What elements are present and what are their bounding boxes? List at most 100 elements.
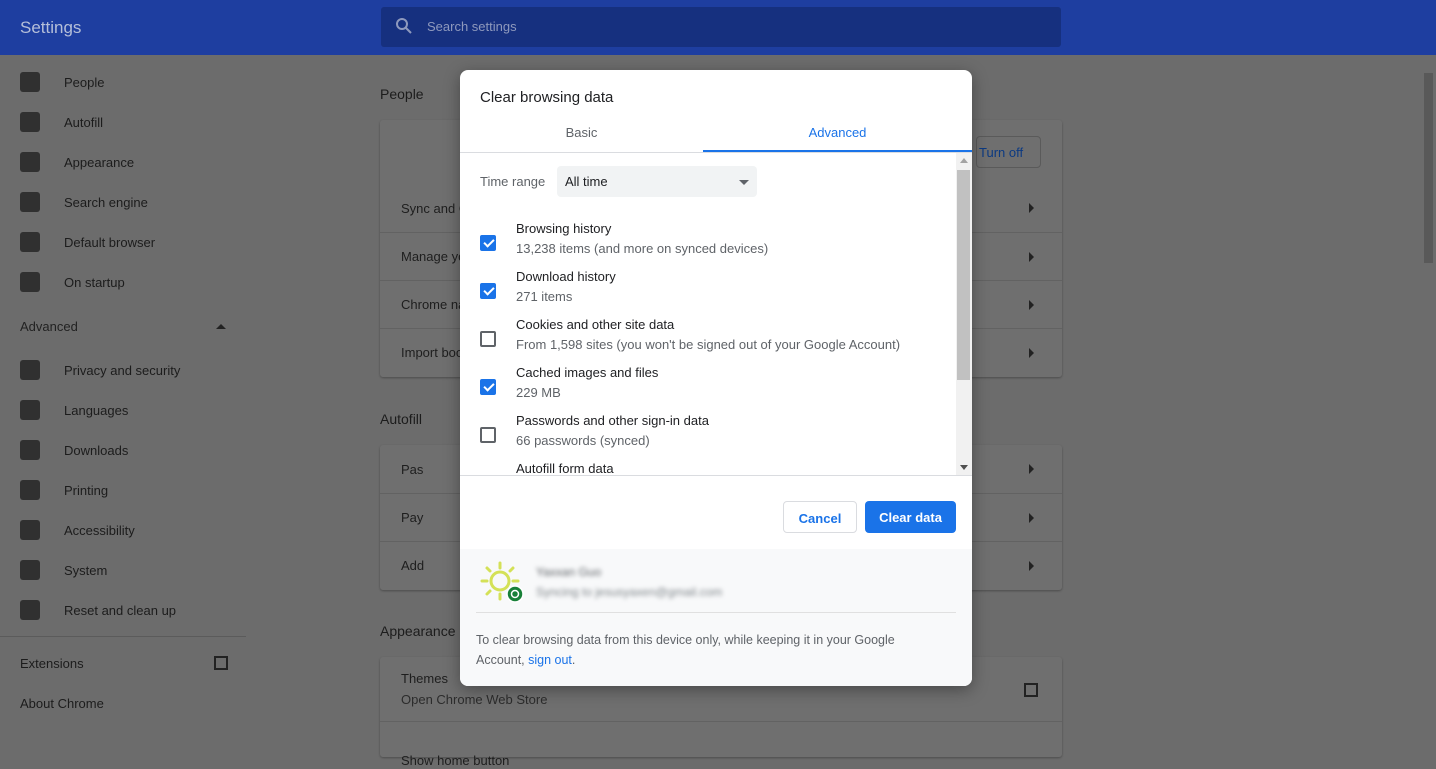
checkbox[interactable] — [480, 475, 496, 476]
sidebar-item-printing[interactable]: Printing — [0, 470, 246, 510]
show-home-row[interactable]: Show home button — [380, 721, 1062, 769]
chevron-right-icon — [1029, 252, 1034, 262]
dialog-scrollbar[interactable] — [956, 153, 972, 475]
checkbox[interactable] — [480, 235, 496, 251]
search-icon — [20, 192, 40, 212]
search-placeholder: Search settings — [427, 19, 517, 34]
time-range-select[interactable]: All time — [557, 166, 757, 197]
sidebar-item-label: Languages — [64, 402, 129, 418]
app-title: Settings — [20, 18, 82, 37]
data-type-item: Download history 271 items — [480, 269, 940, 317]
sidebar-item-reset-and-clean-up[interactable]: Reset and clean up — [0, 590, 246, 630]
row-label: Add — [401, 558, 425, 573]
sidebar-item-label: Reset and clean up — [64, 602, 177, 618]
sidebar-item-default-browser[interactable]: Default browser — [0, 222, 246, 262]
sidebar-advanced-toggle[interactable]: Advanced — [0, 302, 246, 350]
sidebar-item-accessibility[interactable]: Accessibility — [0, 510, 246, 550]
sidebar-item-label: Downloads — [64, 442, 129, 458]
sidebar-item-search-engine[interactable]: Search engine — [0, 182, 246, 222]
clear-browsing-data-dialog: Clear browsing data Basic Advanced Time … — [460, 70, 972, 686]
sidebar-item-label: Privacy and security — [64, 362, 181, 378]
dialog-title: Clear browsing data — [480, 89, 614, 106]
about-label: About Chrome — [20, 695, 104, 711]
time-range-label: Time range — [480, 174, 546, 189]
globe-icon — [20, 400, 40, 420]
chevron-right-icon — [1029, 300, 1034, 310]
show-home-label: Show home button — [401, 753, 510, 768]
tab-basic[interactable]: Basic — [460, 125, 703, 140]
checkbox[interactable] — [480, 379, 496, 395]
sidebar-item-autofill[interactable]: Autofill — [0, 102, 246, 142]
sidebar-item-about[interactable]: About Chrome — [0, 683, 246, 723]
turn-off-button[interactable]: Turn off — [976, 136, 1041, 168]
dropdown-arrow-icon — [739, 180, 749, 185]
item-description: 66 passwords (synced) — [516, 433, 650, 448]
page-scrollbar[interactable] — [1421, 55, 1436, 743]
sidebar-item-extensions[interactable]: Extensions — [0, 643, 246, 683]
checkbox[interactable] — [480, 331, 496, 347]
row-label: Import boo — [401, 345, 464, 360]
active-tab-indicator — [703, 150, 972, 152]
footer-text: To clear browsing data from this device … — [476, 630, 936, 670]
cancel-button[interactable]: Cancel — [783, 501, 857, 533]
sidebar-item-label: Appearance — [64, 154, 135, 170]
data-type-item: Browsing history 13,238 items (and more o… — [480, 221, 940, 269]
wrench-icon — [20, 560, 40, 580]
item-label: Browsing history — [516, 221, 612, 236]
scroll-up-icon[interactable] — [960, 158, 968, 163]
item-label: Cached images and files — [516, 365, 659, 380]
sidebar-item-languages[interactable]: Languages — [0, 390, 246, 430]
clear-data-button[interactable]: Clear data — [865, 501, 956, 533]
search-input[interactable]: Search settings — [381, 7, 1061, 47]
data-type-item: Passwords and other sign-in data 66 passw… — [480, 413, 940, 461]
chevron-right-icon — [1029, 513, 1034, 523]
chevron-right-icon — [1029, 348, 1034, 358]
checkbox[interactable] — [480, 427, 496, 443]
item-description: From 1,598 sites (you won't be signed ou… — [516, 337, 901, 352]
external-link-icon — [1024, 683, 1038, 697]
printer-icon — [20, 480, 40, 500]
row-label: Pay — [401, 510, 424, 525]
sidebar-item-privacy-and-security[interactable]: Privacy and security — [0, 350, 246, 390]
sidebar-item-on-startup[interactable]: On startup — [0, 262, 246, 302]
sidebar-item-system[interactable]: System — [0, 550, 246, 590]
sidebar-item-label: Autofill — [64, 114, 104, 130]
row-label: Manage yo — [401, 249, 466, 264]
clipboard-icon — [20, 112, 40, 132]
sidebar-item-people[interactable]: People — [0, 62, 246, 102]
scroll-down-icon[interactable] — [960, 465, 968, 470]
sidebar-item-label: Default browser — [64, 234, 156, 250]
themes-sub: Open Chrome Web Store — [401, 692, 548, 707]
scrollbar-thumb[interactable] — [1424, 73, 1433, 263]
scrollbar-thumb[interactable] — [957, 170, 970, 380]
download-icon — [20, 440, 40, 460]
avatar — [480, 561, 524, 603]
shield-icon — [20, 360, 40, 380]
sidebar: People Autofill Appearance Search engine Def… — [0, 62, 246, 723]
item-label: Download history — [516, 269, 616, 284]
data-type-item: Autofill form data — [480, 461, 940, 476]
sidebar-item-label: Accessibility — [64, 522, 135, 538]
dialog-body: Time range All time Browsing history 13,2… — [460, 153, 972, 476]
power-icon — [20, 272, 40, 292]
account-footer: Yaxxan Guo Syncing to jesusyaxen@gmail.c… — [460, 549, 972, 686]
item-label: Cookies and other site data — [516, 317, 675, 332]
sidebar-item-downloads[interactable]: Downloads — [0, 430, 246, 470]
data-type-item: Cached images and files 229 MB — [480, 365, 940, 413]
sidebar-item-label: On startup — [64, 274, 125, 290]
item-label: Autofill form data — [516, 461, 614, 476]
account-name: Yaxxan Guo — [536, 565, 602, 579]
browser-icon — [20, 232, 40, 252]
sidebar-item-appearance[interactable]: Appearance — [0, 142, 246, 182]
row-label: Sync and G — [401, 200, 469, 216]
sidebar-item-label: System — [64, 562, 108, 578]
checkbox[interactable] — [480, 283, 496, 299]
search-icon — [396, 18, 412, 34]
accessibility-icon — [20, 520, 40, 540]
data-type-item: Cookies and other site data From 1,598 si… — [480, 317, 940, 365]
chevron-right-icon — [1029, 464, 1034, 474]
item-description: 229 MB — [516, 385, 561, 400]
chevron-right-icon — [1029, 561, 1034, 571]
tab-advanced[interactable]: Advanced — [716, 125, 959, 140]
sign-out-link[interactable]: sign out — [528, 653, 572, 667]
